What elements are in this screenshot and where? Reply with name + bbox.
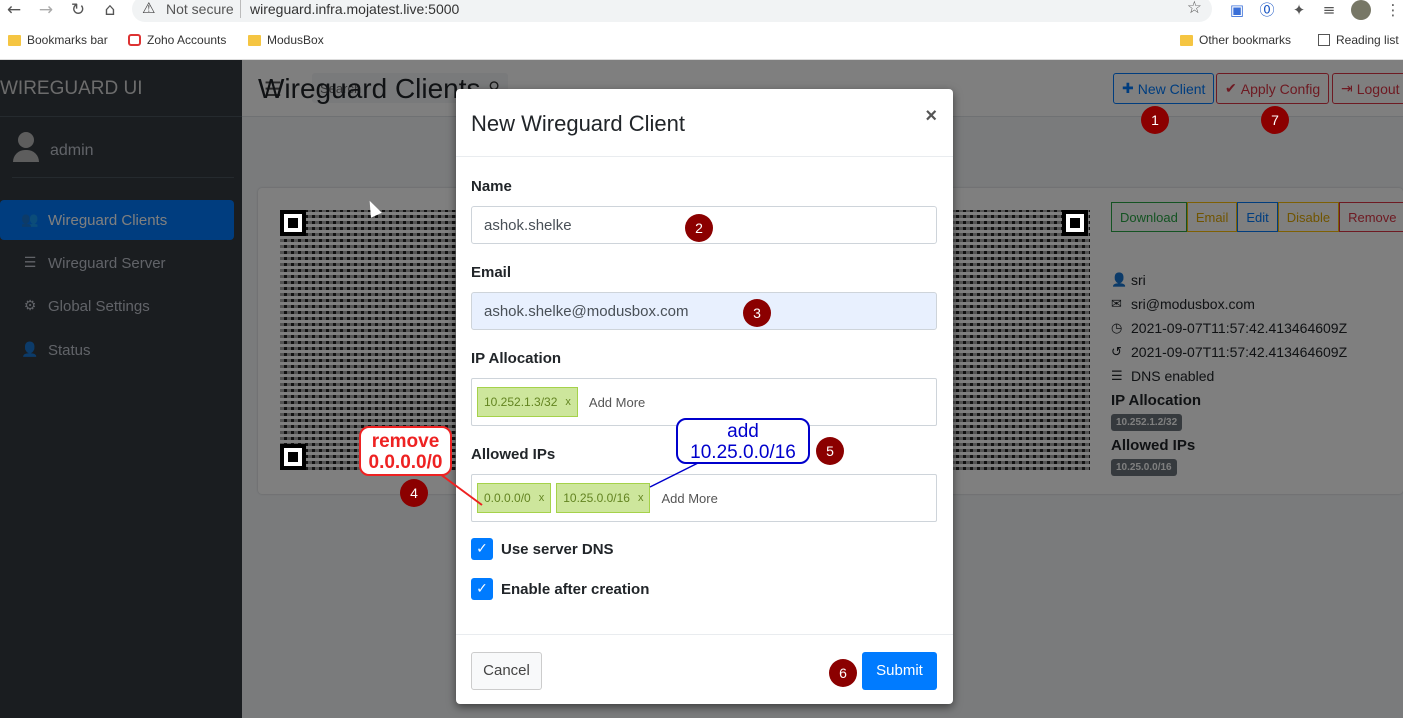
bookmark-zoho[interactable]: Zoho Accounts	[128, 33, 226, 47]
tag-remove-icon[interactable]: x	[565, 396, 571, 408]
bookmark-modusbox[interactable]: ModusBox	[248, 33, 324, 47]
modal-footer: Cancel Submit	[456, 634, 953, 704]
bookmarks-bar: Bookmarks bar Zoho Accounts ModusBox Oth…	[0, 30, 1403, 54]
profile-avatar-icon[interactable]	[1351, 0, 1371, 20]
ip-allocation-label: IP Allocation	[471, 350, 562, 367]
folder-icon	[1180, 34, 1193, 46]
tag-remove-icon[interactable]: x	[539, 492, 545, 504]
folder-icon	[8, 34, 21, 46]
browser-toolbar: ← → ↻ ⌂ ⚠ Not secure wireguard.infra.moj…	[0, 0, 1403, 22]
allowed-ips-input[interactable]: 0.0.0.0/0 x 10.25.0.0/16 x Add More	[471, 474, 937, 522]
allowed-ips-label: Allowed IPs	[471, 446, 556, 463]
step-marker-6: 6	[829, 659, 857, 687]
check-icon: ✓	[471, 578, 493, 600]
password-manager-icon[interactable]: ⓪	[1257, 0, 1277, 20]
close-icon[interactable]: ×	[925, 105, 937, 128]
back-icon[interactable]: ←	[4, 0, 24, 20]
qr-finder	[1062, 210, 1088, 236]
step-marker-4: 4	[400, 479, 428, 507]
bookmark-bookmarks-bar[interactable]: Bookmarks bar	[8, 33, 108, 47]
email-field[interactable]: ashok.shelke@modusbox.com	[471, 292, 937, 330]
extension-icon[interactable]: ▣	[1227, 0, 1247, 20]
add-callout: add 10.25.0.0/16	[676, 418, 810, 464]
email-label: Email	[471, 264, 512, 281]
browser-chrome: ← → ↻ ⌂ ⚠ Not secure wireguard.infra.moj…	[0, 0, 1403, 60]
media-icon[interactable]: ≡	[1319, 0, 1339, 20]
home-icon[interactable]: ⌂	[100, 0, 120, 20]
url-text[interactable]: wireguard.infra.mojatest.live:5000	[250, 1, 459, 17]
step-marker-1: 1	[1141, 106, 1169, 134]
ip-tag: 10.252.1.3/32 x	[477, 387, 578, 417]
allowed-ip-tag: 0.0.0.0/0 x	[477, 483, 552, 513]
reading-list[interactable]: Reading list	[1318, 33, 1399, 47]
tag-remove-icon[interactable]: x	[638, 492, 644, 504]
zoho-icon	[128, 34, 141, 46]
add-more-placeholder[interactable]: Add More	[661, 491, 717, 506]
use-server-dns-checkbox[interactable]: ✓ Use server DNS	[471, 538, 614, 560]
other-bookmarks[interactable]: Other bookmarks	[1180, 33, 1291, 47]
step-marker-7: 7	[1261, 106, 1289, 134]
forward-icon[interactable]: →	[36, 0, 56, 20]
remove-callout: remove 0.0.0.0/0	[359, 426, 452, 476]
modal-header: New Wireguard Client ×	[456, 89, 953, 157]
enable-after-creation-checkbox[interactable]: ✓ Enable after creation	[471, 578, 649, 600]
allowed-ip-tag: 10.25.0.0/16 x	[556, 483, 651, 513]
puzzle-icon[interactable]: ✦	[1289, 0, 1309, 20]
reload-icon[interactable]: ↻	[68, 0, 88, 20]
step-marker-2: 2	[685, 214, 713, 242]
check-icon: ✓	[471, 538, 493, 560]
folder-icon	[248, 34, 261, 46]
add-more-placeholder[interactable]: Add More	[589, 395, 645, 410]
submit-button[interactable]: Submit	[862, 652, 937, 690]
warning-icon: ⚠	[142, 0, 156, 17]
new-client-modal: New Wireguard Client × Name ashok.shelke…	[456, 89, 953, 704]
step-marker-3: 3	[743, 299, 771, 327]
step-marker-5: 5	[816, 437, 844, 465]
menu-kebab-icon[interactable]: ⋮	[1383, 0, 1403, 20]
bookmark-star-icon[interactable]: ☆	[1187, 0, 1202, 18]
name-label: Name	[471, 178, 512, 195]
divider	[240, 0, 241, 18]
qr-finder	[280, 210, 306, 236]
qr-finder	[280, 444, 306, 470]
modal-title: New Wireguard Client	[471, 111, 685, 136]
address-bar[interactable]: ⚠ Not secure wireguard.infra.mojatest.li…	[132, 0, 1212, 22]
cancel-button[interactable]: Cancel	[471, 652, 542, 690]
reading-list-icon	[1318, 34, 1330, 46]
security-label: Not secure	[166, 1, 234, 17]
